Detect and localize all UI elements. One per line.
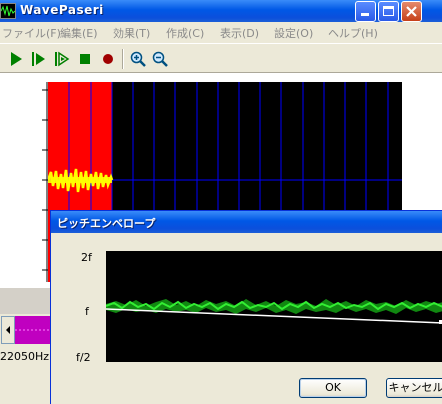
record-icon[interactable] [100,51,116,67]
menu-create[interactable]: 作成(C) [166,25,204,41]
overview-track[interactable] [15,316,50,344]
dialog-title: ピッチエンベロープ [57,217,156,230]
ok-button[interactable]: OK [299,378,367,398]
pitch-envelope-dialog: ピッチエンベロープ 2f f f/2 OK キャンセル [50,210,442,404]
window-title: WavePaseri [20,3,104,17]
menu-view[interactable]: 表示(D) [220,25,259,41]
play-selection-icon[interactable] [31,51,47,67]
pitch-envelope-display[interactable] [106,251,442,362]
arrow-left-icon [6,326,10,334]
axis-label-f: f [85,305,89,318]
amplitude-ruler [42,82,48,282]
menu-edit[interactable]: 編集(E) [60,25,98,41]
axis-label-2f: 2f [81,251,92,264]
play-icon[interactable] [8,51,24,67]
maximize-button[interactable] [378,1,399,22]
menu-settings[interactable]: 設定(O) [274,25,313,41]
menu-bar: ファイル(F) 編集(E) 効果(T) 作成(C) 表示(D) 設定(O) ヘル… [0,22,442,42]
zoom-out-icon[interactable] [152,51,168,67]
toolbar-separator [122,49,124,69]
menu-effect[interactable]: 効果(T) [113,25,150,41]
cancel-button[interactable]: キャンセル [386,378,442,398]
close-icon [406,6,417,17]
close-button[interactable] [401,1,422,22]
minimize-icon [361,13,369,16]
zoom-in-icon[interactable] [130,51,146,67]
dialog-title-bar[interactable]: ピッチエンベロープ [51,211,442,233]
play-loop-icon[interactable] [54,51,70,67]
app-waveform-icon [0,3,16,19]
menu-file[interactable]: ファイル(F) [2,25,61,41]
scroll-left-button[interactable] [1,316,15,344]
title-bar[interactable]: WavePaseri [0,0,442,22]
toolbar [0,43,442,73]
minimize-button[interactable] [355,1,376,22]
axis-label-half-f: f/2 [76,351,91,364]
stop-icon[interactable] [77,51,93,67]
maximize-icon [383,6,394,16]
menu-help[interactable]: ヘルプ(H) [328,25,378,41]
